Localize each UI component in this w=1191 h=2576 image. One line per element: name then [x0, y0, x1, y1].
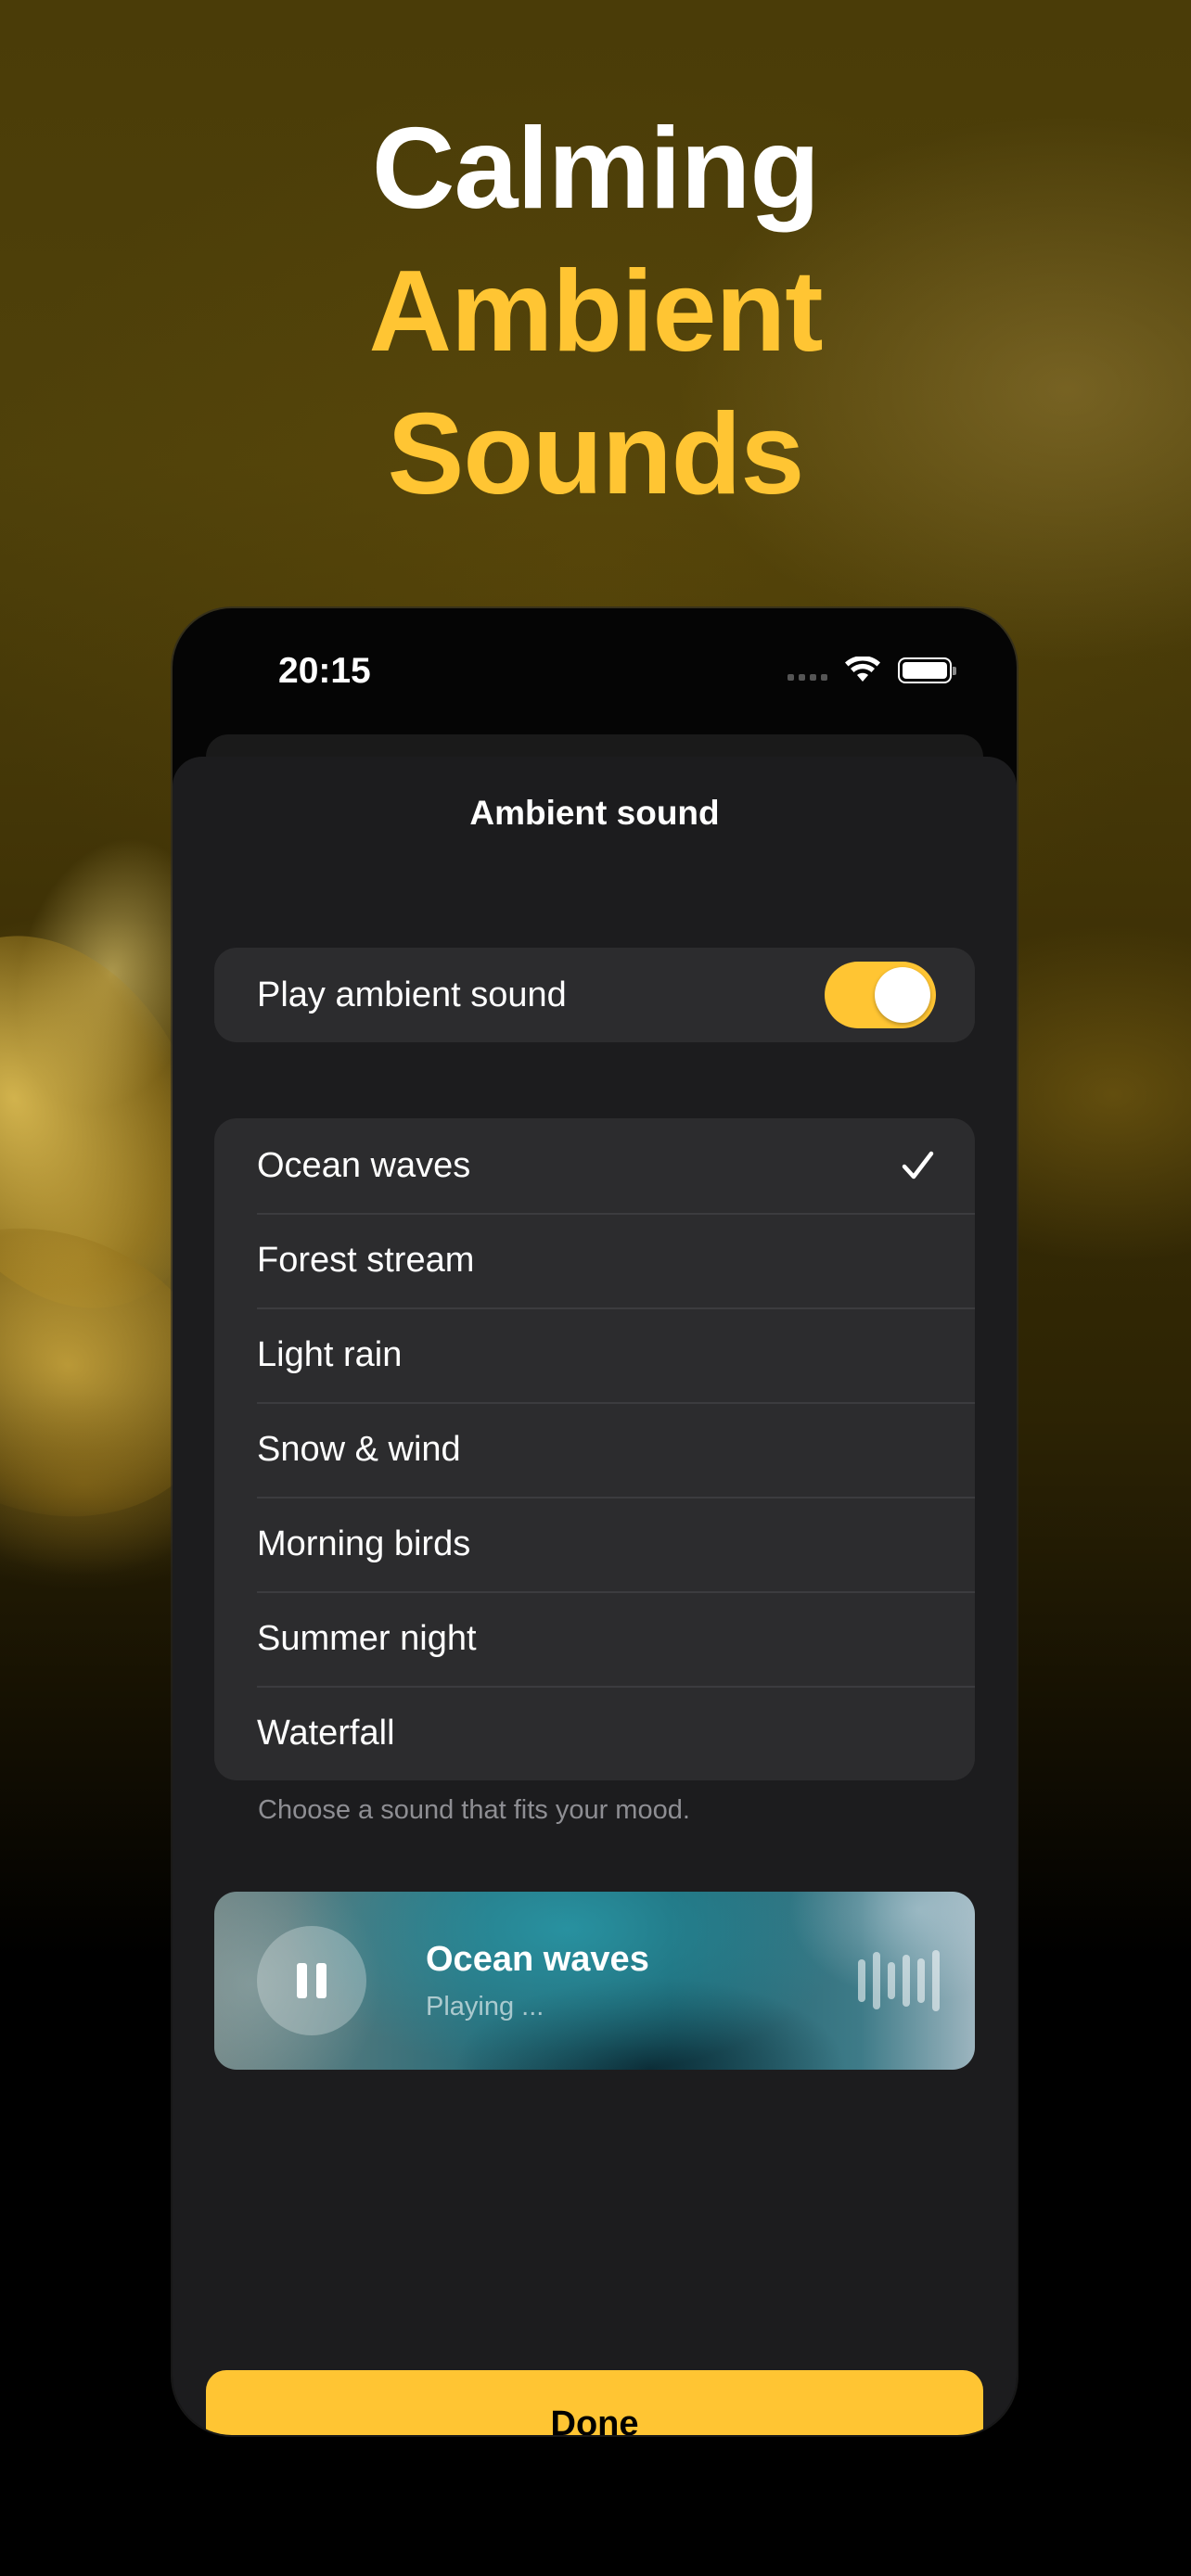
sound-item-label: Light rain [257, 1334, 403, 1374]
now-playing-status: Playing ... [426, 1992, 544, 2021]
pause-icon [316, 1963, 327, 1998]
waveform-icon [858, 1947, 940, 2014]
pause-button[interactable] [257, 1926, 366, 2035]
headline-line-1: Calming [371, 105, 820, 233]
headline-line-2: Ambient [368, 248, 824, 376]
toggle-knob [875, 967, 930, 1023]
toggle-label: Play ambient sound [257, 975, 567, 1014]
done-button[interactable]: Done [206, 2370, 983, 2435]
wifi-icon [845, 657, 880, 682]
now-playing-card[interactable]: Ocean waves Playing ... [214, 1892, 975, 2070]
sound-item-waterfall[interactable]: Waterfall [214, 1686, 975, 1780]
sound-item-label: Forest stream [257, 1240, 475, 1280]
status-indicators [788, 657, 956, 684]
sound-item-label: Snow & wind [257, 1429, 461, 1469]
play-ambient-sound-toggle[interactable] [825, 962, 936, 1028]
sound-item-morning-birds[interactable]: Morning birds [214, 1497, 975, 1591]
now-playing-title: Ocean waves [426, 1940, 649, 1979]
status-time: 20:15 [278, 651, 371, 691]
sound-list-footnote: Choose a sound that fits your mood. [258, 1795, 690, 1825]
pause-icon [297, 1963, 307, 1998]
sound-item-label: Summer night [257, 1618, 477, 1658]
sound-list: Ocean waves Forest stream Light rain Sno… [214, 1118, 975, 1780]
sound-item-label: Ocean waves [257, 1145, 471, 1185]
sound-item-snow-wind[interactable]: Snow & wind [214, 1402, 975, 1497]
sound-item-ocean-waves[interactable]: Ocean waves [214, 1118, 975, 1213]
sound-item-label: Morning birds [257, 1524, 471, 1563]
phone-frame: 20:15 Ambient sound Play ambient sound O… [173, 608, 1017, 2435]
sound-item-summer-night[interactable]: Summer night [214, 1591, 975, 1686]
sound-item-light-rain[interactable]: Light rain [214, 1307, 975, 1402]
headline: Calming Ambient Sounds [0, 97, 1191, 526]
cellular-signal-icon [788, 657, 827, 684]
play-ambient-sound-row[interactable]: Play ambient sound [214, 948, 975, 1042]
sound-item-label: Waterfall [257, 1713, 395, 1753]
headline-line-3: Sounds [387, 390, 805, 518]
checkmark-icon [902, 1151, 934, 1180]
sound-item-forest-stream[interactable]: Forest stream [214, 1213, 975, 1307]
battery-icon [898, 657, 956, 683]
sheet-title: Ambient sound [469, 794, 720, 832]
ambient-sound-sheet: Ambient sound Play ambient sound Ocean w… [173, 757, 1017, 2435]
